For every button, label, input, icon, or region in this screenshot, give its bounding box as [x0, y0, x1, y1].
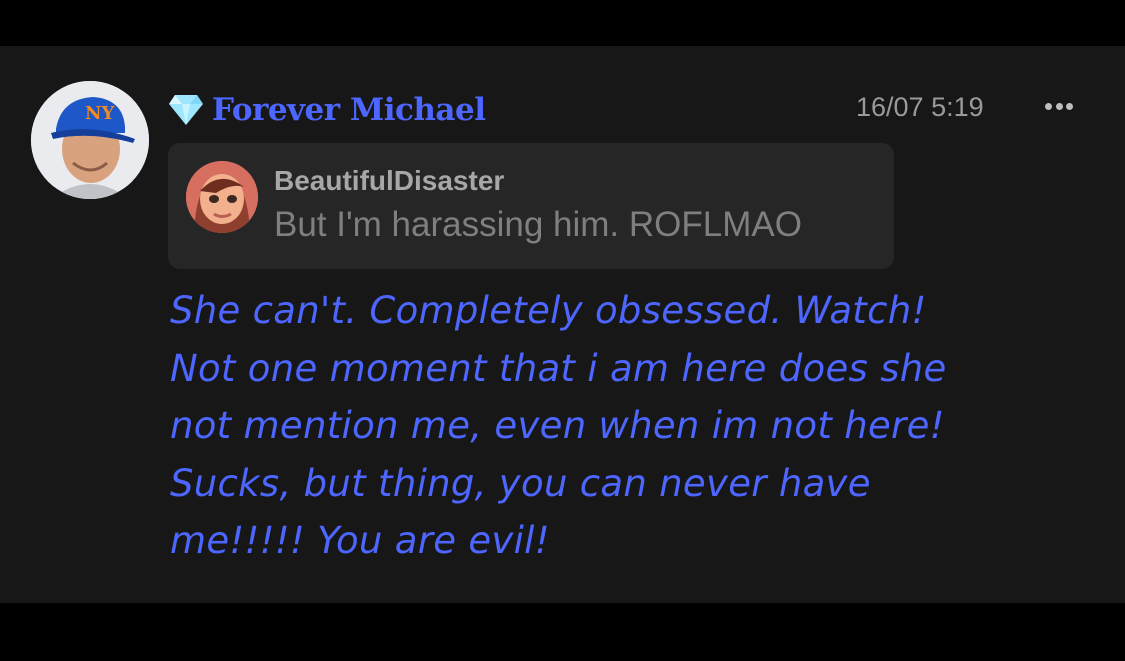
message-line: Not one moment that i am here does she — [170, 346, 947, 390]
author-avatar[interactable]: NY — [31, 81, 149, 199]
more-icon[interactable] — [1045, 96, 1073, 116]
message-card: NY Forever Michael 16/07 5:19 BeautifulD… — [0, 46, 1125, 603]
quoted-author-avatar[interactable] — [186, 161, 258, 233]
quoted-message[interactable]: BeautifulDisaster But I'm harassing him.… — [168, 143, 894, 269]
screenshot-frame: NY Forever Michael 16/07 5:19 BeautifulD… — [0, 0, 1125, 661]
more-dot — [1066, 102, 1073, 110]
author-row: Forever Michael — [168, 88, 486, 132]
more-dot — [1045, 102, 1052, 110]
message-text: She can't. Completely obsessed. Watch! N… — [170, 282, 1090, 570]
diamond-icon — [169, 95, 203, 125]
quoted-author-name: BeautifulDisaster — [274, 165, 505, 196]
message-line: not mention me, even when im not here! — [170, 404, 945, 447]
message-line: me!!!!! You are evil! — [170, 519, 550, 562]
svg-text:NY: NY — [85, 103, 115, 124]
message-timestamp: 16/07 5:19 — [856, 92, 984, 122]
message-line: She can't. Completely obsessed. Watch! — [170, 289, 927, 332]
author-name[interactable]: Forever Michael — [212, 92, 486, 128]
quoted-message-text: But I'm harassing him. ROFLMAO — [274, 205, 802, 244]
more-dot — [1055, 102, 1063, 110]
message-line: Sucks, but thing, you can never have — [170, 461, 871, 505]
